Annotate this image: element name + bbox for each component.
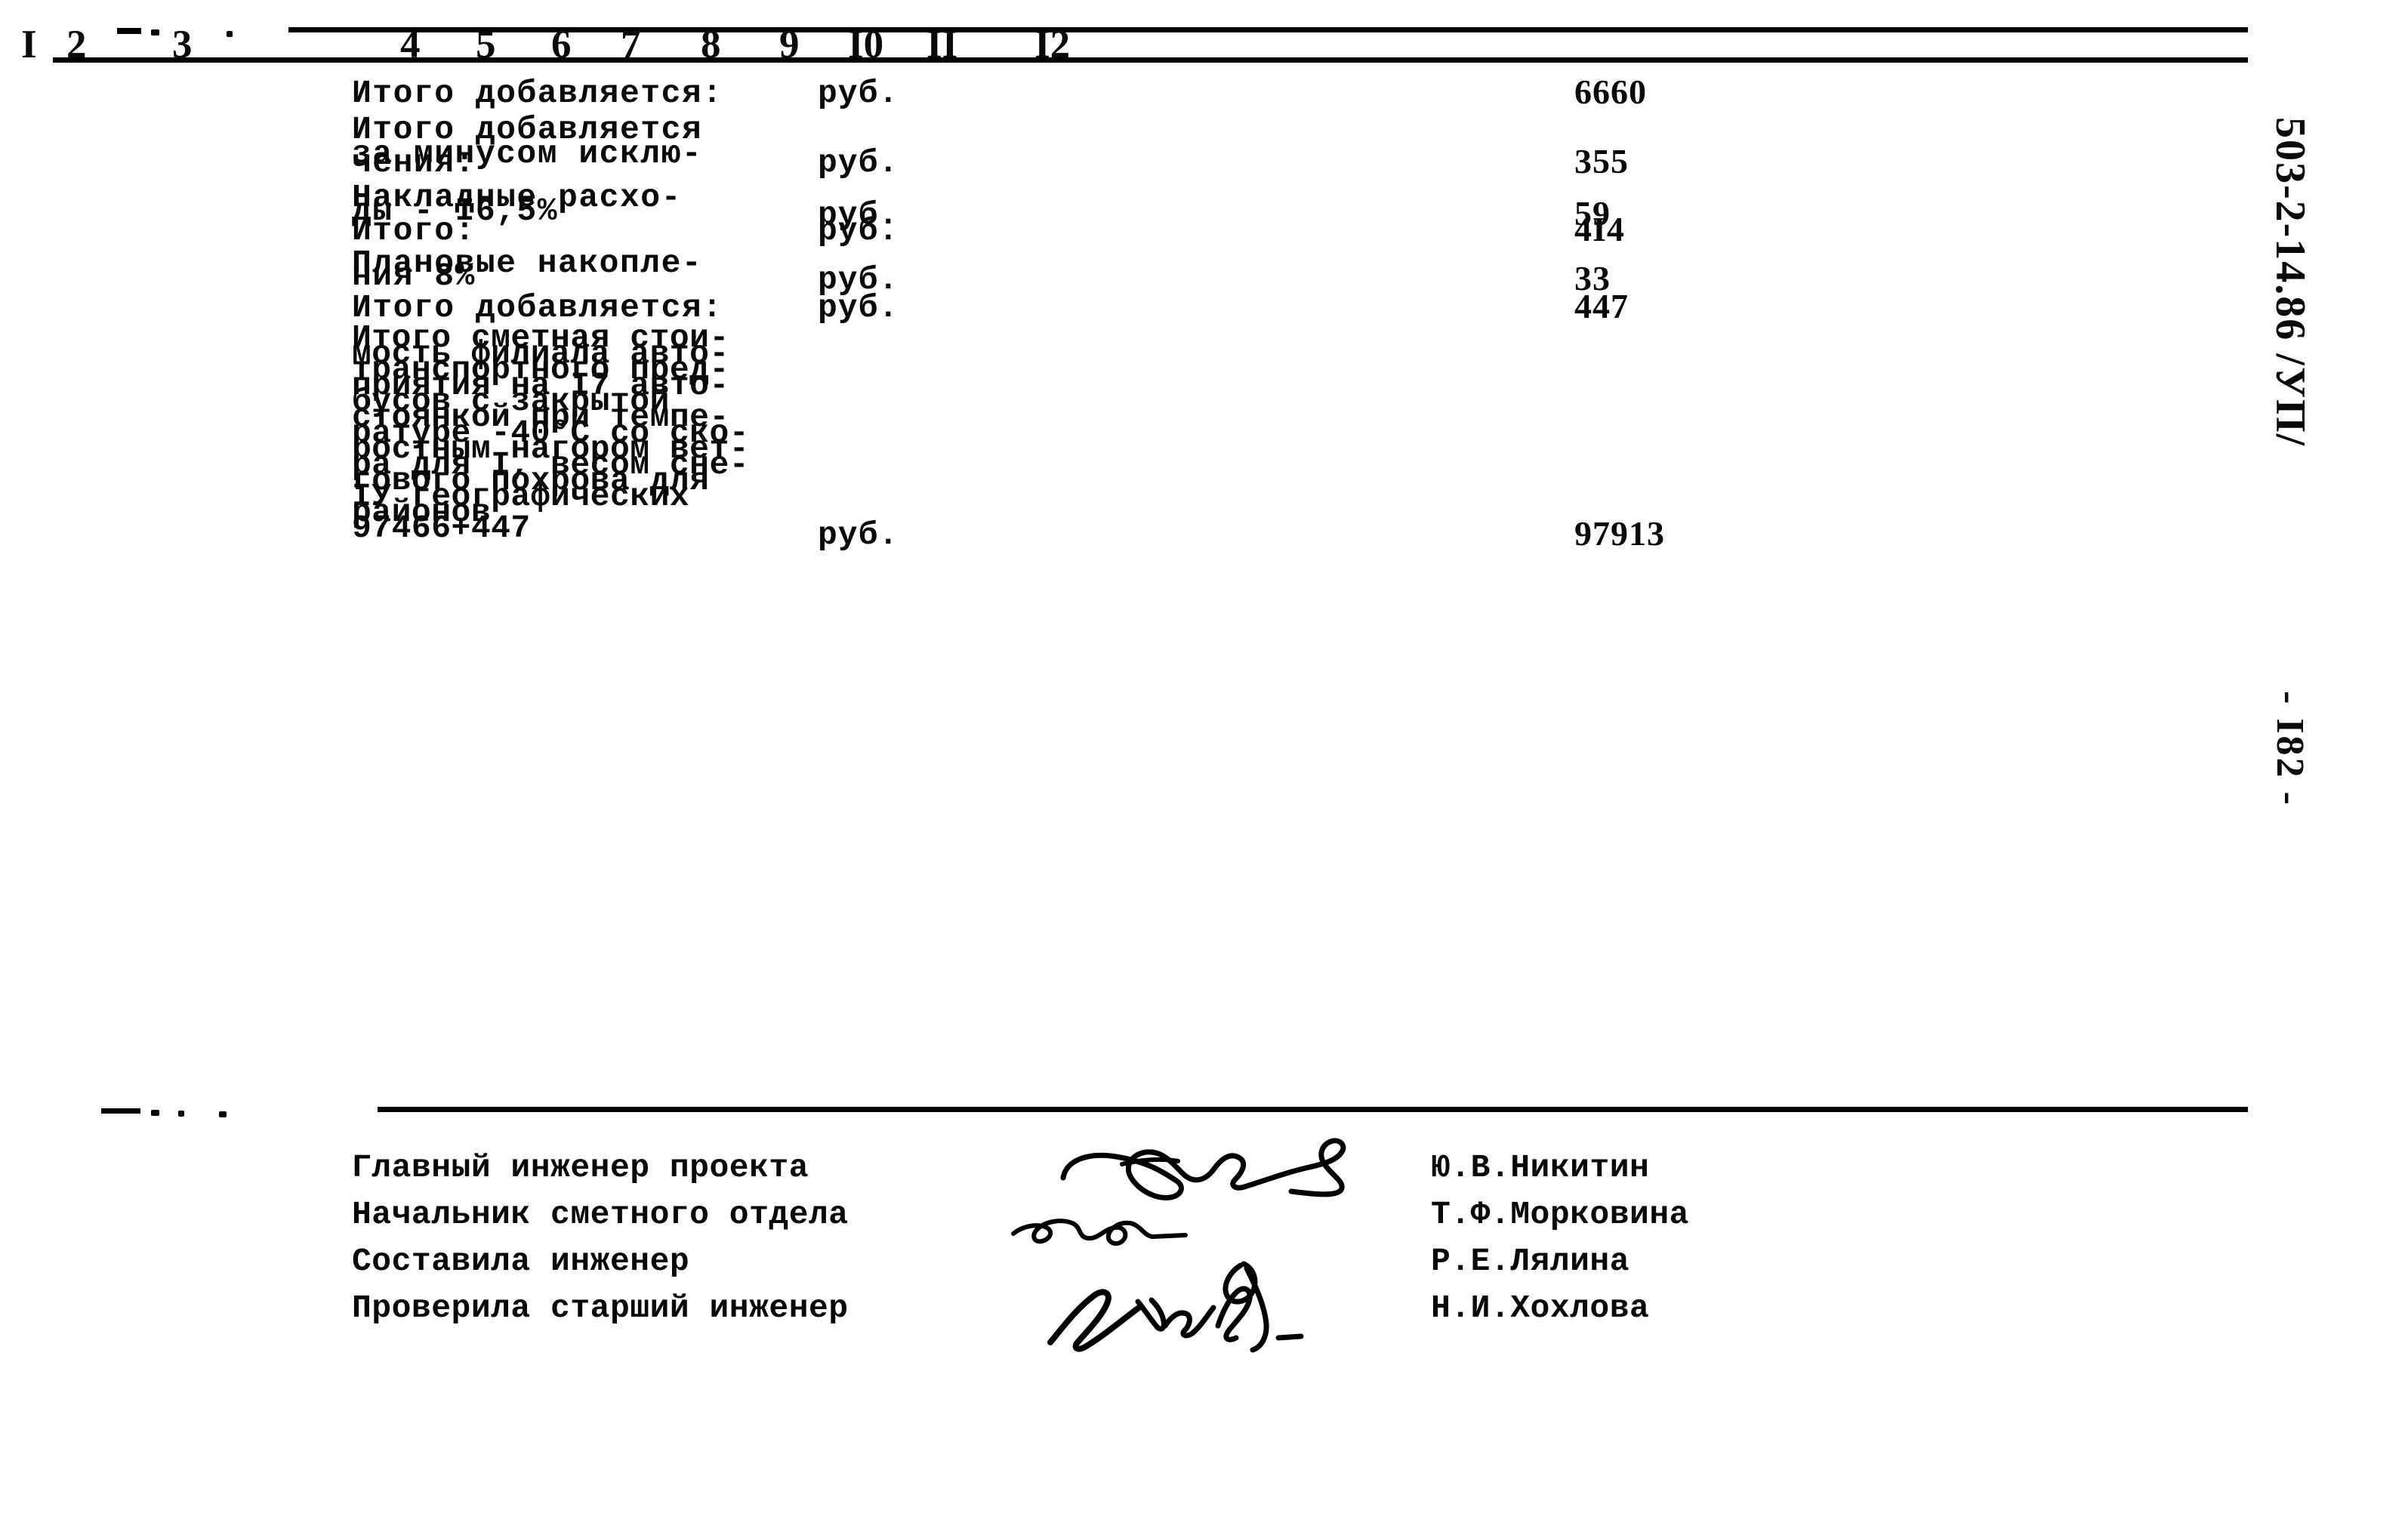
signatory-name: Ю.В.Никитин xyxy=(1431,1149,1650,1186)
row-value: 97913 xyxy=(1574,514,1665,553)
bottom-rule-dot-2 xyxy=(178,1111,184,1117)
signature-role: Главный инженер проекта xyxy=(352,1149,809,1186)
row-value: 6660 xyxy=(1574,72,1647,111)
document-code-stamp: 503-2-14.86 /УП/ xyxy=(2267,117,2314,448)
bottom-rule-dot-3 xyxy=(219,1111,227,1117)
signatory-name: Т.Ф.Морковина xyxy=(1431,1196,1689,1233)
column-header-1: I xyxy=(21,23,37,66)
row-value: 355 xyxy=(1574,142,1629,180)
scanned-document-page: I 2 3 4 5 6 7 8 9 I0 II I2 Итого добавля… xyxy=(0,0,2408,1516)
row-unit: руб. xyxy=(818,289,899,326)
row-name-line: 97466+447 xyxy=(352,510,531,547)
table-header-bottom-rule xyxy=(53,57,2248,63)
row-value: 4I4 xyxy=(1574,210,1625,248)
page-number-stamp: - I82 - xyxy=(2268,691,2311,807)
handwritten-signature xyxy=(1038,1253,1355,1363)
row-unit: руб. xyxy=(818,144,899,181)
signatory-name: Р.Е.Лялина xyxy=(1431,1243,1630,1280)
row-unit: руб. xyxy=(818,212,899,249)
row-name: Итого добавляется: xyxy=(352,75,723,112)
bottom-rule-dash-1 xyxy=(101,1108,140,1114)
table-bottom-rule xyxy=(378,1107,2248,1112)
row-unit: руб. xyxy=(818,75,899,112)
signature-role: Составила инженер xyxy=(352,1243,690,1280)
signature-role: Начальник сметного отдела xyxy=(352,1196,849,1233)
signatory-name: Н.И.Хохлова xyxy=(1431,1290,1650,1326)
row-value: 447 xyxy=(1574,287,1629,325)
row-unit: руб. xyxy=(818,516,899,553)
bottom-rule-dot-1 xyxy=(151,1110,159,1116)
signature-role: Проверила старший инженер xyxy=(352,1290,849,1326)
